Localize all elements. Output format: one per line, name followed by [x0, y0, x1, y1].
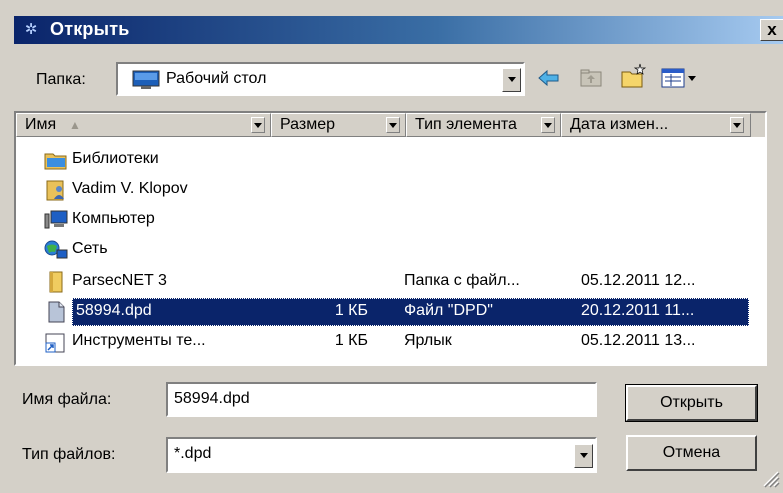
column-date-filter-button[interactable]	[730, 117, 744, 133]
column-date-label: Дата измен...	[570, 116, 669, 133]
shortcut-icon	[44, 331, 68, 353]
folder-icon	[44, 271, 68, 293]
filetype-dropdown-arrow[interactable]	[574, 444, 593, 468]
filetype-combobox[interactable]: *.dpd	[166, 437, 597, 473]
column-size-filter-button[interactable]	[386, 117, 400, 133]
file-name: Инструменты те...	[72, 332, 206, 349]
desktop-icon	[132, 70, 160, 90]
lookin-label: Папка:	[36, 71, 86, 88]
app-icon: ✲	[24, 21, 38, 38]
column-size[interactable]: Размер	[271, 113, 406, 137]
file-name: Компьютер	[72, 210, 155, 227]
list-item[interactable]: Библиотеки	[16, 146, 765, 174]
libraries-icon	[44, 149, 68, 171]
file-name: ParsecNET 3	[72, 272, 167, 289]
column-header: Имя ▲ Размер Тип элемента Дата измен...	[16, 113, 765, 137]
file-icon	[44, 301, 68, 323]
filename-label: Имя файла:	[22, 391, 112, 408]
file-name: Vadim V. Klopov	[72, 180, 188, 197]
list-item[interactable]: Компьютер	[16, 206, 765, 234]
resize-grip-icon[interactable]	[760, 468, 780, 488]
column-name-label: Имя	[25, 116, 57, 133]
filename-input[interactable]: 58994.dpd	[166, 382, 597, 417]
file-name: Сеть	[72, 240, 108, 257]
lookin-combobox[interactable]: Рабочий стол	[116, 62, 525, 96]
computer-icon	[44, 209, 68, 231]
column-date[interactable]: Дата измен...	[561, 113, 751, 137]
column-type-filter-button[interactable]	[541, 117, 555, 133]
file-list[interactable]: Имя ▲ Размер Тип элемента Дата измен... …	[14, 111, 767, 366]
file-date: 05.12.2011 12...	[581, 272, 696, 289]
file-size: 1 КБ	[334, 302, 368, 319]
new-folder-icon[interactable]	[620, 62, 647, 88]
filetype-label: Тип файлов:	[22, 446, 116, 463]
filetype-value: *.dpd	[174, 445, 212, 462]
file-date: 20.12.2011 11...	[581, 302, 695, 319]
list-item[interactable]: Vadim V. Klopov	[16, 176, 765, 204]
list-item[interactable]: Инструменты те... 1 КБ Ярлык 05.12.2011 …	[16, 328, 765, 356]
list-item[interactable]: Сеть	[16, 236, 765, 264]
filename-value: 58994.dpd	[174, 390, 250, 407]
file-type: Файл "DPD"	[404, 302, 493, 319]
file-size: 1 КБ	[334, 332, 368, 349]
lookin-dropdown-arrow[interactable]	[502, 68, 521, 92]
column-size-label: Размер	[280, 116, 335, 133]
list-item-selected[interactable]: 58994.dpd 1 КБ Файл "DPD" 20.12.2011 11.…	[16, 298, 765, 326]
file-name: 58994.dpd	[76, 302, 152, 319]
file-date: 05.12.2011 13...	[581, 332, 696, 349]
view-menu-icon[interactable]	[660, 66, 704, 90]
network-icon	[44, 239, 68, 261]
file-type: Папка с файл...	[404, 272, 520, 289]
open-button[interactable]: Открыть	[625, 384, 758, 422]
user-folder-icon	[44, 179, 68, 201]
column-name[interactable]: Имя ▲	[16, 113, 271, 137]
close-button[interactable]: x	[760, 19, 783, 41]
title-bar: ✲ Открыть x	[0, 0, 783, 44]
back-arrow-icon[interactable]	[536, 66, 562, 90]
window-title: Открыть	[50, 19, 130, 39]
sort-ascending-icon: ▲	[69, 118, 81, 132]
lookin-value: Рабочий стол	[166, 70, 267, 87]
column-name-filter-button[interactable]	[251, 117, 265, 133]
file-type: Ярлык	[404, 332, 452, 349]
cancel-button[interactable]: Отмена	[626, 435, 757, 471]
file-name: Библиотеки	[72, 150, 159, 167]
column-type[interactable]: Тип элемента	[406, 113, 561, 137]
column-type-label: Тип элемента	[415, 116, 517, 133]
list-item[interactable]: ParsecNET 3 Папка с файл... 05.12.2011 1…	[16, 268, 765, 296]
up-folder-icon[interactable]	[578, 66, 604, 90]
